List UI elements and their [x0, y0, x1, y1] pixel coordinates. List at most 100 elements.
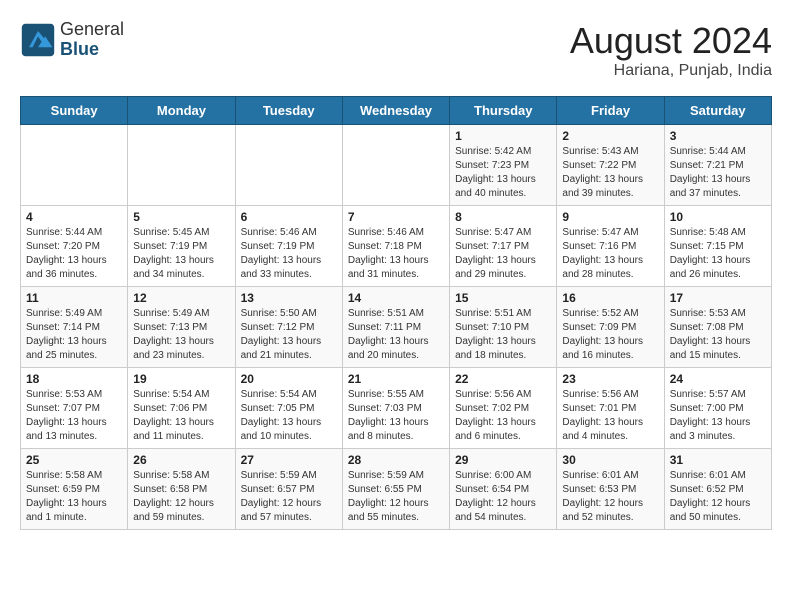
calendar-day-cell: 5 Sunrise: 5:45 AMSunset: 7:19 PMDayligh… [128, 206, 235, 287]
day-info: Sunrise: 5:43 AMSunset: 7:22 PMDaylight:… [562, 145, 658, 201]
weekday-header: Friday [557, 97, 664, 125]
day-info: Sunrise: 5:53 AMSunset: 7:08 PMDaylight:… [670, 307, 766, 363]
day-info: Sunrise: 5:45 AMSunset: 7:19 PMDaylight:… [133, 226, 229, 282]
calendar-day-cell: 7 Sunrise: 5:46 AMSunset: 7:18 PMDayligh… [342, 206, 449, 287]
day-number: 2 [562, 129, 658, 143]
day-info: Sunrise: 5:51 AMSunset: 7:10 PMDaylight:… [455, 307, 551, 363]
day-number: 15 [455, 291, 551, 305]
day-info: Sunrise: 5:57 AMSunset: 7:00 PMDaylight:… [670, 388, 766, 444]
calendar-day-cell: 3 Sunrise: 5:44 AMSunset: 7:21 PMDayligh… [664, 125, 771, 206]
calendar-day-cell: 18 Sunrise: 5:53 AMSunset: 7:07 PMDaylig… [21, 368, 128, 449]
day-info: Sunrise: 6:01 AMSunset: 6:53 PMDaylight:… [562, 469, 658, 525]
calendar-day-cell: 26 Sunrise: 5:58 AMSunset: 6:58 PMDaylig… [128, 449, 235, 530]
day-info: Sunrise: 5:44 AMSunset: 7:21 PMDaylight:… [670, 145, 766, 201]
calendar-day-cell: 27 Sunrise: 5:59 AMSunset: 6:57 PMDaylig… [235, 449, 342, 530]
weekday-header: Thursday [450, 97, 557, 125]
day-info: Sunrise: 5:48 AMSunset: 7:15 PMDaylight:… [670, 226, 766, 282]
day-number: 21 [348, 372, 444, 386]
calendar-day-cell: 15 Sunrise: 5:51 AMSunset: 7:10 PMDaylig… [450, 287, 557, 368]
day-info: Sunrise: 5:50 AMSunset: 7:12 PMDaylight:… [241, 307, 337, 363]
day-info: Sunrise: 6:00 AMSunset: 6:54 PMDaylight:… [455, 469, 551, 525]
weekday-header: Sunday [21, 97, 128, 125]
calendar-day-cell: 2 Sunrise: 5:43 AMSunset: 7:22 PMDayligh… [557, 125, 664, 206]
day-info: Sunrise: 6:01 AMSunset: 6:52 PMDaylight:… [670, 469, 766, 525]
calendar-day-cell: 6 Sunrise: 5:46 AMSunset: 7:19 PMDayligh… [235, 206, 342, 287]
weekday-header: Saturday [664, 97, 771, 125]
day-number: 5 [133, 210, 229, 224]
day-number: 24 [670, 372, 766, 386]
day-info: Sunrise: 5:46 AMSunset: 7:19 PMDaylight:… [241, 226, 337, 282]
calendar-day-cell: 29 Sunrise: 6:00 AMSunset: 6:54 PMDaylig… [450, 449, 557, 530]
day-info: Sunrise: 5:47 AMSunset: 7:16 PMDaylight:… [562, 226, 658, 282]
weekday-header: Wednesday [342, 97, 449, 125]
day-number: 26 [133, 453, 229, 467]
day-info: Sunrise: 5:55 AMSunset: 7:03 PMDaylight:… [348, 388, 444, 444]
calendar-day-cell: 28 Sunrise: 5:59 AMSunset: 6:55 PMDaylig… [342, 449, 449, 530]
day-number: 8 [455, 210, 551, 224]
logo-blue: Blue [60, 40, 124, 60]
day-number: 29 [455, 453, 551, 467]
calendar-day-cell: 9 Sunrise: 5:47 AMSunset: 7:16 PMDayligh… [557, 206, 664, 287]
day-info: Sunrise: 5:54 AMSunset: 7:06 PMDaylight:… [133, 388, 229, 444]
day-number: 10 [670, 210, 766, 224]
day-number: 17 [670, 291, 766, 305]
calendar-day-cell [21, 125, 128, 206]
day-number: 9 [562, 210, 658, 224]
calendar-week-row: 25 Sunrise: 5:58 AMSunset: 6:59 PMDaylig… [21, 449, 772, 530]
day-number: 23 [562, 372, 658, 386]
day-number: 4 [26, 210, 122, 224]
calendar-week-row: 1 Sunrise: 5:42 AMSunset: 7:23 PMDayligh… [21, 125, 772, 206]
day-info: Sunrise: 5:47 AMSunset: 7:17 PMDaylight:… [455, 226, 551, 282]
day-number: 12 [133, 291, 229, 305]
calendar-day-cell: 13 Sunrise: 5:50 AMSunset: 7:12 PMDaylig… [235, 287, 342, 368]
location: Hariana, Punjab, India [570, 62, 772, 80]
day-info: Sunrise: 5:52 AMSunset: 7:09 PMDaylight:… [562, 307, 658, 363]
calendar-day-cell: 8 Sunrise: 5:47 AMSunset: 7:17 PMDayligh… [450, 206, 557, 287]
day-info: Sunrise: 5:58 AMSunset: 6:58 PMDaylight:… [133, 469, 229, 525]
calendar-day-cell: 22 Sunrise: 5:56 AMSunset: 7:02 PMDaylig… [450, 368, 557, 449]
logo-icon [20, 22, 56, 58]
calendar-week-row: 11 Sunrise: 5:49 AMSunset: 7:14 PMDaylig… [21, 287, 772, 368]
day-number: 25 [26, 453, 122, 467]
day-number: 22 [455, 372, 551, 386]
day-info: Sunrise: 5:58 AMSunset: 6:59 PMDaylight:… [26, 469, 122, 525]
logo: General Blue [20, 20, 124, 60]
calendar-day-cell: 1 Sunrise: 5:42 AMSunset: 7:23 PMDayligh… [450, 125, 557, 206]
day-number: 28 [348, 453, 444, 467]
day-number: 7 [348, 210, 444, 224]
calendar-day-cell: 11 Sunrise: 5:49 AMSunset: 7:14 PMDaylig… [21, 287, 128, 368]
calendar-day-cell: 17 Sunrise: 5:53 AMSunset: 7:08 PMDaylig… [664, 287, 771, 368]
day-number: 31 [670, 453, 766, 467]
day-number: 11 [26, 291, 122, 305]
day-info: Sunrise: 5:53 AMSunset: 7:07 PMDaylight:… [26, 388, 122, 444]
day-number: 6 [241, 210, 337, 224]
weekday-header-row: SundayMondayTuesdayWednesdayThursdayFrid… [21, 97, 772, 125]
calendar-day-cell: 30 Sunrise: 6:01 AMSunset: 6:53 PMDaylig… [557, 449, 664, 530]
calendar-table: SundayMondayTuesdayWednesdayThursdayFrid… [20, 96, 772, 530]
calendar-day-cell: 23 Sunrise: 5:56 AMSunset: 7:01 PMDaylig… [557, 368, 664, 449]
calendar-day-cell: 21 Sunrise: 5:55 AMSunset: 7:03 PMDaylig… [342, 368, 449, 449]
day-info: Sunrise: 5:51 AMSunset: 7:11 PMDaylight:… [348, 307, 444, 363]
calendar-day-cell: 19 Sunrise: 5:54 AMSunset: 7:06 PMDaylig… [128, 368, 235, 449]
day-info: Sunrise: 5:42 AMSunset: 7:23 PMDaylight:… [455, 145, 551, 201]
day-number: 14 [348, 291, 444, 305]
day-number: 1 [455, 129, 551, 143]
day-info: Sunrise: 5:54 AMSunset: 7:05 PMDaylight:… [241, 388, 337, 444]
day-info: Sunrise: 5:56 AMSunset: 7:02 PMDaylight:… [455, 388, 551, 444]
day-number: 30 [562, 453, 658, 467]
weekday-header: Monday [128, 97, 235, 125]
month-year: August 2024 [570, 20, 772, 62]
calendar-day-cell: 20 Sunrise: 5:54 AMSunset: 7:05 PMDaylig… [235, 368, 342, 449]
calendar-day-cell [342, 125, 449, 206]
day-number: 16 [562, 291, 658, 305]
day-info: Sunrise: 5:44 AMSunset: 7:20 PMDaylight:… [26, 226, 122, 282]
day-info: Sunrise: 5:59 AMSunset: 6:57 PMDaylight:… [241, 469, 337, 525]
day-number: 20 [241, 372, 337, 386]
logo-text: General Blue [60, 20, 124, 60]
calendar-day-cell: 14 Sunrise: 5:51 AMSunset: 7:11 PMDaylig… [342, 287, 449, 368]
day-number: 19 [133, 372, 229, 386]
day-number: 3 [670, 129, 766, 143]
day-number: 13 [241, 291, 337, 305]
day-info: Sunrise: 5:46 AMSunset: 7:18 PMDaylight:… [348, 226, 444, 282]
day-number: 18 [26, 372, 122, 386]
